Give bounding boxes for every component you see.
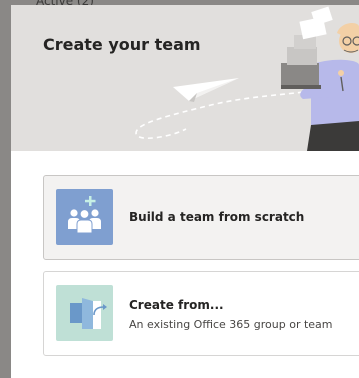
team-add-icon — [68, 196, 101, 234]
option-subtitle: An existing Office 365 group or team — [129, 318, 333, 331]
person-illustration — [281, 6, 359, 151]
door-arrow-tile — [56, 285, 113, 341]
header-illustration — [135, 6, 359, 151]
dialog-header: Create your team — [11, 5, 359, 151]
option-title: Build a team from scratch — [129, 210, 305, 224]
option-title: Create from... — [129, 298, 224, 312]
door-arrow-icon — [70, 298, 107, 329]
create-from-existing-option[interactable]: Create from... An existing Office 365 gr… — [43, 271, 359, 356]
team-add-tile — [56, 189, 113, 245]
paper-plane-icon — [173, 78, 239, 102]
build-from-scratch-option[interactable]: Build a team from scratch — [43, 175, 359, 260]
create-team-dialog: Create your team Build a team from scrat… — [11, 5, 359, 378]
dialog-title: Create your team — [43, 35, 201, 54]
